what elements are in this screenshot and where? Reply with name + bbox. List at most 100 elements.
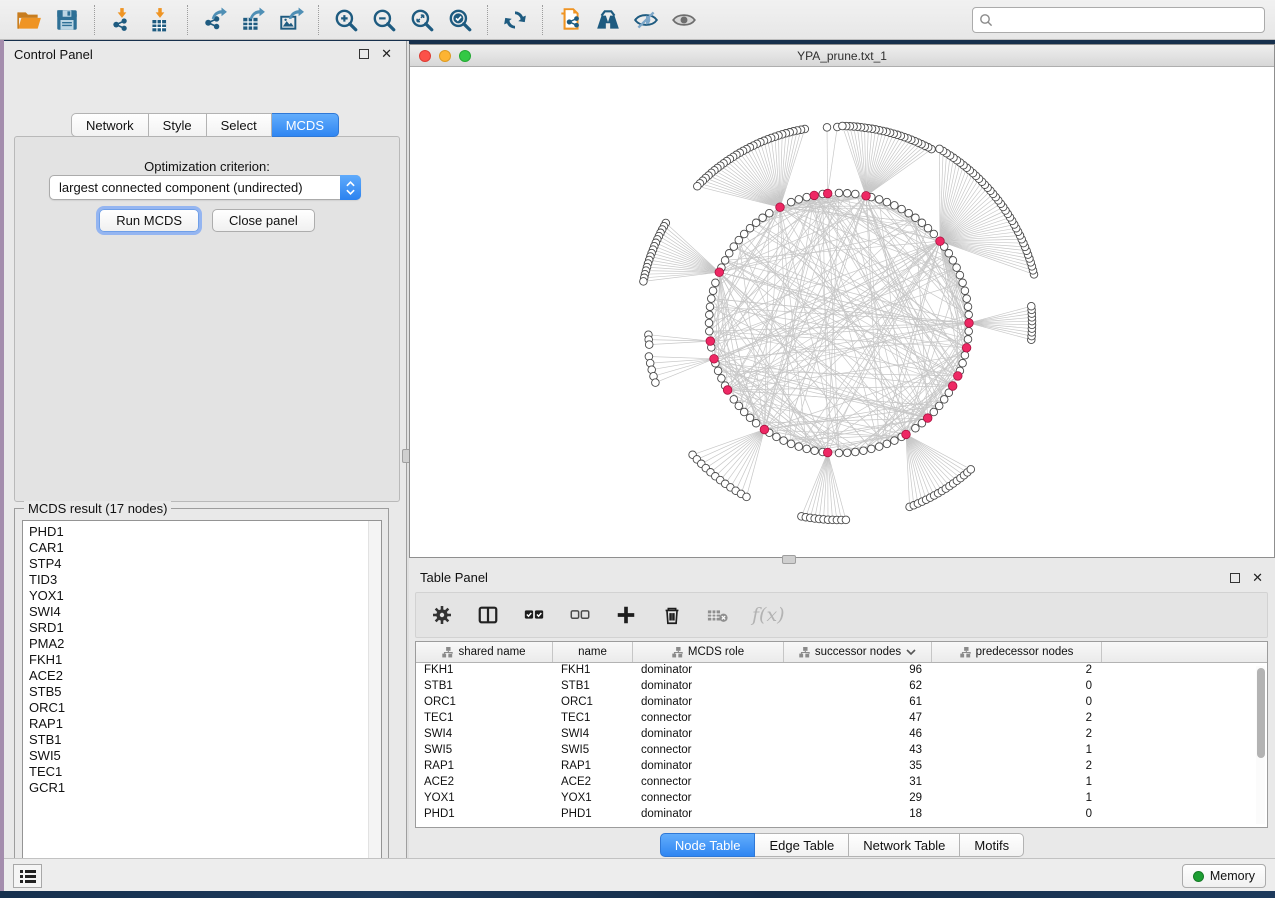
first-neighbors-button[interactable]: [591, 4, 625, 36]
zoom-selected-button[interactable]: [443, 4, 477, 36]
search-input[interactable]: [972, 7, 1265, 33]
column-type-icon: [799, 647, 810, 658]
toolbar-separator: [542, 5, 543, 35]
column-header-successor-nodes[interactable]: successor nodes: [784, 642, 932, 662]
result-node-item[interactable]: YOX1: [23, 588, 381, 604]
tab-node-table[interactable]: Node Table: [660, 833, 756, 857]
close-panel-icon[interactable]: ✕: [381, 49, 392, 59]
zoom-fit-button[interactable]: [405, 4, 439, 36]
memory-button[interactable]: Memory: [1182, 864, 1266, 888]
column-layout-button[interactable]: [476, 603, 500, 627]
result-node-item[interactable]: ORC1: [23, 700, 381, 716]
window-close-icon[interactable]: [419, 50, 431, 62]
table-row[interactable]: ORC1ORC1dominator610: [416, 695, 1267, 711]
table-row[interactable]: ACE2ACE2connector311: [416, 775, 1267, 791]
export-network-button[interactable]: [198, 4, 232, 36]
result-node-item[interactable]: GCR1: [23, 780, 381, 796]
table-row[interactable]: RAP1RAP1dominator352: [416, 759, 1267, 775]
float-table-panel-icon[interactable]: [1230, 573, 1240, 583]
result-node-item[interactable]: RAP1: [23, 716, 381, 732]
result-node-item[interactable]: SWI4: [23, 604, 381, 620]
table-row[interactable]: PHD1PHD1dominator180: [416, 807, 1267, 823]
result-node-item[interactable]: CAR1: [23, 540, 381, 556]
add-column-button[interactable]: [614, 603, 638, 627]
table-cell: 43: [784, 743, 932, 759]
network-canvas[interactable]: [410, 67, 1274, 557]
horizontal-splitter-handle[interactable]: [782, 555, 796, 564]
result-node-item[interactable]: ACE2: [23, 668, 381, 684]
deselect-all-button[interactable]: [568, 603, 592, 627]
tab-select[interactable]: Select: [207, 113, 272, 137]
hide-selection-button[interactable]: [629, 4, 663, 36]
column-header-shared-name[interactable]: shared name: [416, 642, 553, 662]
refresh-button[interactable]: [498, 4, 532, 36]
criterion-dropdown[interactable]: largest connected component (undirected): [49, 175, 361, 200]
desktop-background-bottom: [0, 891, 1275, 898]
export-table-button[interactable]: [236, 4, 270, 36]
table-cell: YOX1: [553, 791, 633, 807]
result-scrollbar[interactable]: [368, 521, 381, 871]
close-panel-button[interactable]: Close panel: [212, 209, 315, 232]
table-row[interactable]: SWI4SWI4dominator462: [416, 727, 1267, 743]
deselect-all-icon: [569, 604, 591, 626]
float-panel-icon[interactable]: [359, 49, 369, 59]
window-maximize-icon[interactable]: [459, 50, 471, 62]
table-cell: 61: [784, 695, 932, 711]
horizontal-splitter[interactable]: [409, 558, 1275, 565]
mcds-result-list[interactable]: PHD1CAR1STP4TID3YOX1SWI4SRD1PMA2FKH1ACE2…: [22, 520, 382, 872]
tab-network-table[interactable]: Network Table: [849, 833, 960, 857]
column-header-MCDS-role[interactable]: MCDS role: [633, 642, 784, 662]
network-titlebar[interactable]: YPA_prune.txt_1: [410, 45, 1274, 67]
tab-mcds[interactable]: MCDS: [272, 113, 339, 137]
table-scrollbar-thumb[interactable]: [1257, 668, 1265, 758]
result-node-item[interactable]: STB5: [23, 684, 381, 700]
result-node-item[interactable]: STP4: [23, 556, 381, 572]
control-panel-tabbar: NetworkStyleSelectMCDS: [4, 113, 406, 137]
tab-style[interactable]: Style: [149, 113, 207, 137]
result-node-item[interactable]: SWI5: [23, 748, 381, 764]
table-cell: connector: [633, 775, 784, 791]
result-node-item[interactable]: TEC1: [23, 764, 381, 780]
network-from-selection-button[interactable]: [553, 4, 587, 36]
tab-motifs[interactable]: Motifs: [960, 833, 1024, 857]
table-row[interactable]: TEC1TEC1connector472: [416, 711, 1267, 727]
zoom-out-button[interactable]: [367, 4, 401, 36]
select-all-button[interactable]: [522, 603, 546, 627]
task-history-button[interactable]: [13, 864, 42, 888]
table-row[interactable]: YOX1YOX1connector291: [416, 791, 1267, 807]
result-node-item[interactable]: STB1: [23, 732, 381, 748]
column-header-predecessor-nodes[interactable]: predecessor nodes: [932, 642, 1102, 662]
table-row[interactable]: STB1STB1dominator620: [416, 679, 1267, 695]
import-table-button[interactable]: [143, 4, 177, 36]
column-label: name: [578, 646, 607, 658]
export-image-button[interactable]: [274, 4, 308, 36]
tab-network[interactable]: Network: [71, 113, 149, 137]
tab-edge-table[interactable]: Edge Table: [755, 833, 849, 857]
import-network-button[interactable]: [105, 4, 139, 36]
table-row[interactable]: SWI5SWI5connector431: [416, 743, 1267, 759]
delete-column-button[interactable]: [660, 603, 684, 627]
result-node-item[interactable]: PHD1: [23, 521, 381, 540]
window-minimize-icon[interactable]: [439, 50, 451, 62]
result-node-item[interactable]: SRD1: [23, 620, 381, 636]
settings-gear-icon: [431, 604, 453, 626]
run-mcds-button[interactable]: Run MCDS: [99, 209, 199, 232]
result-node-item[interactable]: FKH1: [23, 652, 381, 668]
table-cell: RAP1: [553, 759, 633, 775]
table-cell: 35: [784, 759, 932, 775]
zoom-selected-icon: [447, 7, 473, 33]
table-row[interactable]: FKH1FKH1dominator962: [416, 663, 1267, 679]
zoom-in-button[interactable]: [329, 4, 363, 36]
open-folder-button[interactable]: [12, 4, 46, 36]
close-table-panel-icon[interactable]: ✕: [1252, 573, 1263, 583]
save-button[interactable]: [50, 4, 84, 36]
result-node-item[interactable]: TID3: [23, 572, 381, 588]
table-cell: TEC1: [553, 711, 633, 727]
column-label: successor nodes: [815, 646, 901, 658]
table-cell: 29: [784, 791, 932, 807]
result-node-item[interactable]: PMA2: [23, 636, 381, 652]
column-header-name[interactable]: name: [553, 642, 633, 662]
settings-gear-button[interactable]: [430, 603, 454, 627]
show-all-button[interactable]: [667, 4, 701, 36]
table-scrollbar[interactable]: [1256, 666, 1265, 824]
